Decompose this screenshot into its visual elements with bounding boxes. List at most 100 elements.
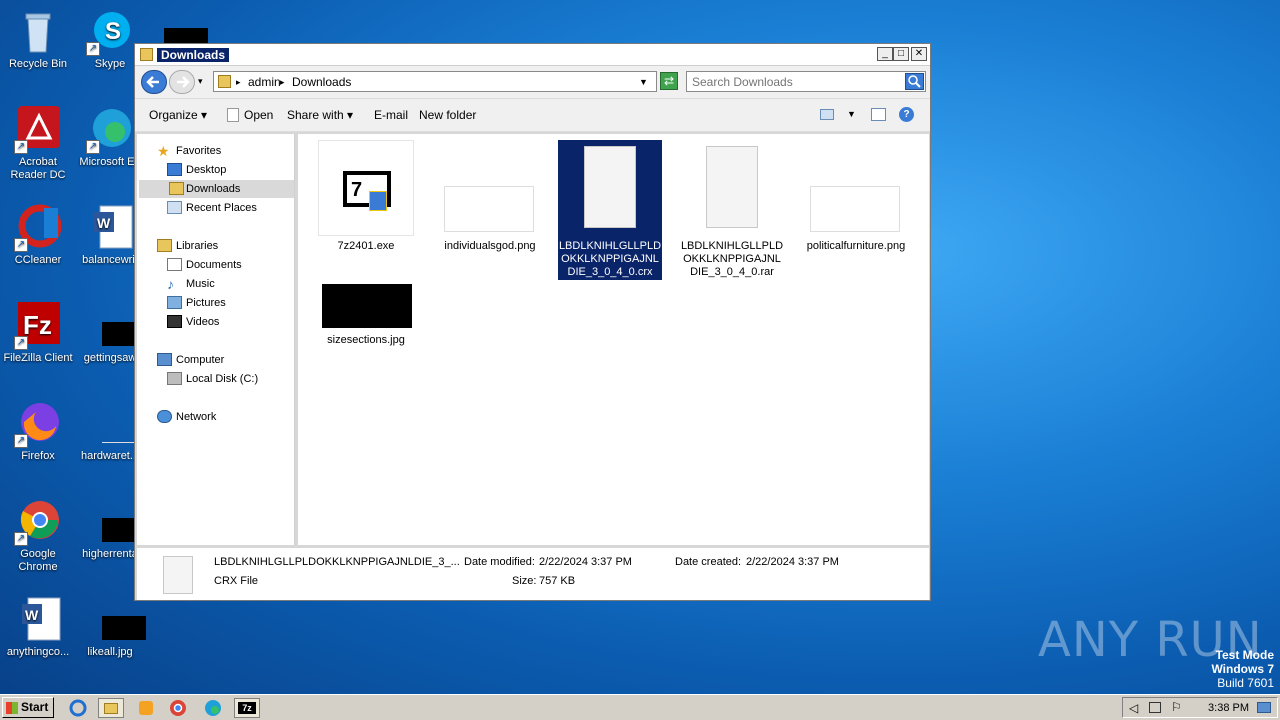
address-box[interactable]: ▸ admin ▸ Downloads ▼ xyxy=(213,71,657,92)
nav-network[interactable]: Network xyxy=(157,408,216,426)
word-document-icon: W xyxy=(86,204,134,252)
desktop-icon-recycle-bin[interactable]: Recycle Bin xyxy=(0,8,76,71)
details-pane: LBDLKNIHLGLLPLDOKKLKNPPIGAJNLDIE_3_... C… xyxy=(137,548,929,600)
file-item[interactable]: 7 7z2401.exe xyxy=(314,140,418,253)
svg-text:S: S xyxy=(105,18,121,45)
watermark-line: Build 7601 xyxy=(1217,676,1274,690)
network-tray-icon[interactable] xyxy=(1149,702,1161,713)
organize-button[interactable]: Organize ▾ xyxy=(149,108,207,122)
nav-desktop[interactable]: Desktop xyxy=(167,161,226,179)
help-icon[interactable]: ? xyxy=(899,107,914,122)
taskbar-edge-icon[interactable] xyxy=(201,698,227,718)
disk-drive-icon xyxy=(167,372,182,385)
desktop-icon-firefox[interactable]: ↗ Firefox xyxy=(0,400,76,463)
document-page-icon xyxy=(163,556,193,594)
maximize-button[interactable]: □ xyxy=(893,47,909,61)
show-desktop-icon[interactable] xyxy=(1257,702,1271,713)
title-bar[interactable]: Downloads _ □ ✕ xyxy=(135,44,930,66)
search-input[interactable] xyxy=(687,72,897,91)
back-button[interactable] xyxy=(141,70,167,94)
change-view-icon[interactable] xyxy=(820,109,834,120)
forward-button[interactable] xyxy=(169,70,195,94)
file-item[interactable]: LBDLKNIHLGLLPLDOKKLKNPPIGAJNLDIE_3_0_4_0… xyxy=(680,140,784,279)
desktop-icon-acrobat[interactable]: ↗ Acrobat Reader DC xyxy=(0,106,76,182)
clock[interactable]: 3:38 PM xyxy=(1208,702,1249,714)
taskbar-chrome-icon[interactable] xyxy=(166,698,192,718)
close-button[interactable]: ✕ xyxy=(911,47,927,61)
svg-text:W: W xyxy=(25,607,39,623)
file-item[interactable]: politicalfurniture.png xyxy=(804,140,908,253)
nav-local-disk[interactable]: Local Disk (C:) xyxy=(167,370,258,388)
network-icon xyxy=(157,410,172,423)
watermark-line: Windows 7 xyxy=(1211,662,1274,676)
taskbar-7zip-icon[interactable]: 7z xyxy=(234,698,260,718)
computer-icon xyxy=(157,353,172,366)
search-icon[interactable] xyxy=(905,73,924,90)
command-bar: Organize ▾ Open Share with ▾ E-mail New … xyxy=(135,98,930,132)
window-title: Downloads xyxy=(157,48,230,62)
shortcut-arrow-icon: ↗ xyxy=(86,140,100,154)
refresh-button[interactable]: ⇄ xyxy=(660,72,678,90)
organize-label: Organize xyxy=(149,108,198,122)
minimize-button[interactable]: _ xyxy=(877,47,893,61)
file-item[interactable]: sizesections.jpg xyxy=(314,282,418,347)
start-button[interactable]: Start xyxy=(2,697,54,718)
preview-pane-icon[interactable] xyxy=(871,108,886,121)
explorer-window: Downloads _ □ ✕ ▾ ▸ admin ▸ Downloads ▼ … xyxy=(134,43,931,601)
nav-recent-places[interactable]: Recent Places xyxy=(167,199,257,217)
nav-documents[interactable]: Documents xyxy=(167,256,242,274)
nav-label: Downloads xyxy=(186,183,241,195)
address-bar-row: ▾ ▸ admin ▸ Downloads ▼ ⇄ xyxy=(135,66,930,98)
pictures-icon xyxy=(167,296,182,309)
nav-videos[interactable]: Videos xyxy=(167,313,219,331)
file-name: 7z2401.exe xyxy=(337,240,395,252)
view-options-dropdown[interactable]: ▼ xyxy=(847,109,856,119)
desktop-icon-likeall[interactable]: likeall.jpg xyxy=(72,596,148,659)
nav-libraries[interactable]: Libraries xyxy=(157,237,218,255)
desktop-icon-label: anythingco... xyxy=(6,646,70,658)
image-thumbnail-icon xyxy=(318,282,414,330)
taskbar-explorer-icon[interactable] xyxy=(98,698,124,718)
image-thumbnail-icon xyxy=(442,140,538,236)
new-folder-button[interactable]: New folder xyxy=(419,108,476,122)
address-dropdown-icon[interactable]: ▼ xyxy=(639,77,648,87)
word-document-icon: W xyxy=(14,596,62,644)
breadcrumb-downloads[interactable]: Downloads xyxy=(292,75,351,89)
shortcut-arrow-icon: ↗ xyxy=(14,140,28,154)
action-center-flag-icon[interactable]: ⚐ xyxy=(1171,700,1182,714)
file-item-selected[interactable]: LBDLKNIHLGLLPLDOKKLKNPPIGAJNLDIE_3_0_4_0… xyxy=(558,140,662,280)
desktop-icon-anythingco[interactable]: W anythingco... xyxy=(0,596,76,659)
breadcrumb-admin[interactable]: admin xyxy=(248,75,281,89)
document-page-icon xyxy=(684,140,780,236)
folder-icon xyxy=(218,75,231,88)
file-item[interactable]: individualsgod.png xyxy=(438,140,542,253)
nav-computer[interactable]: Computer xyxy=(157,351,224,369)
desktop-icon-label: Google Chrome xyxy=(18,548,58,573)
open-button[interactable]: Open xyxy=(244,108,273,122)
selected-file-type: CRX File xyxy=(214,575,259,587)
shortcut-arrow-icon: ↗ xyxy=(14,532,28,546)
nav-label: Documents xyxy=(186,259,242,271)
downloads-folder-icon xyxy=(169,182,184,195)
nav-music[interactable]: ♪ Music xyxy=(167,275,215,293)
svg-text:W: W xyxy=(97,215,111,231)
nav-favorites[interactable]: ★ Favorites xyxy=(157,142,221,160)
7zip-installer-icon: 7 xyxy=(318,140,414,236)
desktop-icon-chrome[interactable]: ↗ Google Chrome xyxy=(0,498,76,574)
share-with-button[interactable]: Share with ▾ xyxy=(287,108,353,122)
breadcrumb-separator-icon[interactable]: ▸ xyxy=(280,77,285,88)
music-icon: ♪ xyxy=(167,276,174,292)
nav-pictures[interactable]: Pictures xyxy=(167,294,226,312)
taskbar-ie-icon[interactable] xyxy=(66,698,92,718)
desktop-icon-filezilla[interactable]: Fz ↗ FileZilla Client xyxy=(0,302,76,365)
desktop-icon-ccleaner[interactable]: ↗ CCleaner xyxy=(0,204,76,267)
windows-logo-icon xyxy=(6,702,18,714)
breadcrumb-separator-icon[interactable]: ▸ xyxy=(236,77,241,88)
taskbar-media-player-icon[interactable] xyxy=(134,698,160,718)
nav-label: Desktop xyxy=(186,164,227,176)
nav-downloads[interactable]: Downloads xyxy=(139,180,294,198)
recent-pages-dropdown[interactable]: ▾ xyxy=(198,76,203,87)
email-button[interactable]: E-mail xyxy=(374,108,408,122)
volume-icon[interactable]: ◁ xyxy=(1129,701,1138,715)
test-mode-watermark: Test Mode Windows 7 Build 7601 xyxy=(1160,648,1274,690)
